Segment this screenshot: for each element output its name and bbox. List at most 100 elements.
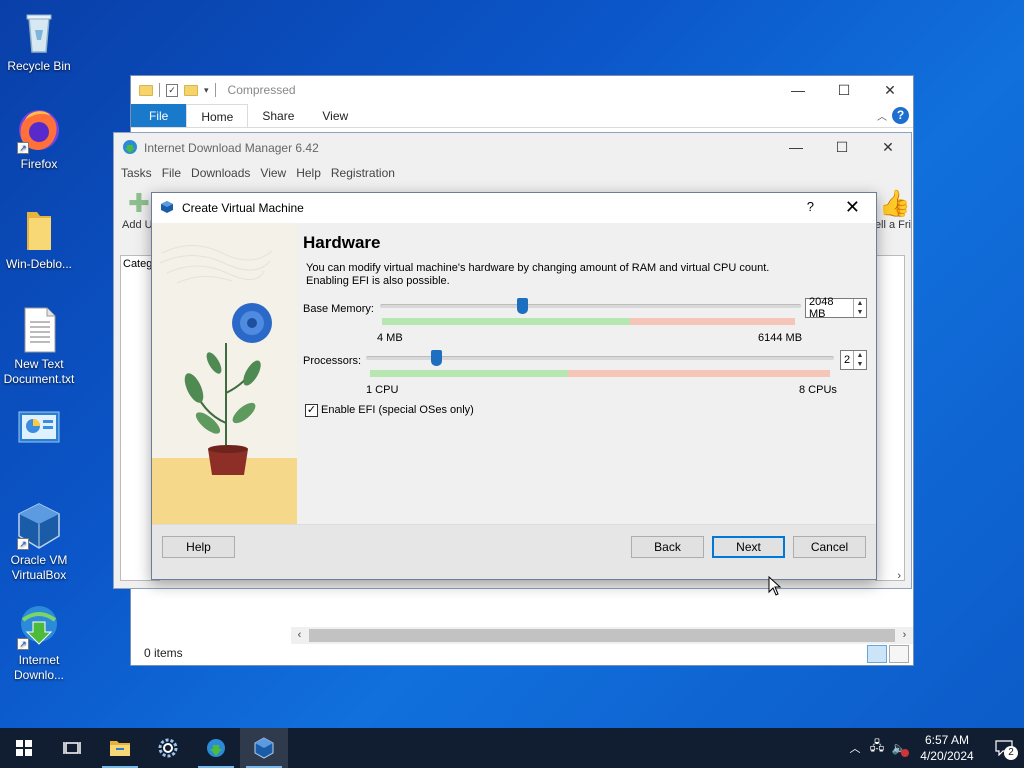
tab-view[interactable]: View	[308, 104, 362, 127]
menu-downloads[interactable]: Downloads	[187, 163, 254, 183]
desktop-icon-control-panel[interactable]	[0, 406, 78, 457]
desktop-icon-firefox[interactable]: ↗ Firefox	[0, 106, 78, 172]
tell-friend-label: ell a Fri	[874, 219, 911, 231]
desktop-icon-virtualbox[interactable]: ↗ Oracle VM VirtualBox	[0, 502, 78, 583]
volume-muted-icon[interactable]: 🔈	[888, 741, 910, 757]
maximize-button[interactable]: ☐	[821, 76, 867, 104]
item-count: 0 items	[144, 646, 183, 660]
desktop-icon-recycle-bin[interactable]: Recycle Bin	[0, 8, 78, 74]
divider	[214, 83, 216, 97]
slider-handle[interactable]	[517, 298, 528, 314]
clock-date: 4/20/2024	[920, 749, 974, 763]
wizard-illustration	[152, 223, 297, 526]
processors-spinbox[interactable]: 2 ▲ ▼	[840, 350, 867, 370]
desktop-icon-win-debloat[interactable]: Win-Deblo...	[0, 206, 78, 272]
create-vm-dialog[interactable]: Create Virtual Machine ? ✕ Hardware You …	[151, 192, 877, 580]
expand-ribbon-icon[interactable]: ︿	[877, 108, 887, 123]
settings-gear-icon	[158, 738, 178, 758]
menu-help[interactable]: Help	[292, 163, 325, 183]
dialog-title: Create Virtual Machine	[182, 201, 304, 215]
spin-down-icon[interactable]: ▼	[854, 360, 866, 369]
slider-handle[interactable]	[431, 350, 442, 366]
dialog-titlebar[interactable]: Create Virtual Machine ? ✕	[152, 193, 876, 223]
folder-icon	[139, 84, 153, 96]
details-view-icon[interactable]	[867, 645, 887, 663]
tell-a-friend-button[interactable]: 👍 ell a Fri	[871, 189, 911, 231]
taskbar-settings[interactable]	[144, 728, 192, 768]
context-help-button[interactable]: ?	[807, 199, 814, 214]
ribbon-tabs: File Home Share View ︿ ?	[131, 104, 913, 128]
menu-tasks[interactable]: Tasks	[117, 163, 156, 183]
download-list-pane[interactable]	[875, 255, 905, 581]
text-document-icon	[15, 306, 63, 354]
enable-efi-checkbox[interactable]: ✓	[305, 404, 318, 417]
processors-slider[interactable]	[366, 350, 834, 366]
base-memory-value[interactable]: 2048 MB	[806, 296, 853, 320]
virtualbox-icon	[254, 737, 274, 759]
menu-view[interactable]: View	[256, 163, 290, 183]
page-heading: Hardware	[303, 233, 381, 252]
help-button[interactable]: Help	[162, 536, 235, 558]
windows-logo-icon	[16, 740, 32, 756]
enable-efi-label[interactable]: Enable EFI (special OSes only)	[321, 404, 474, 416]
virtualbox-icon	[160, 200, 174, 217]
menu-registration[interactable]: Registration	[327, 163, 399, 183]
taskbar: ︿ 🖧 🔈 6:57 AM 4/20/2024 2	[0, 728, 1024, 768]
desktop-icon-label: Internet Downlo...	[13, 653, 65, 682]
base-memory-spinbox[interactable]: 2048 MB ▲ ▼	[805, 296, 867, 320]
processors-value[interactable]: 2	[841, 354, 853, 366]
back-button[interactable]: Back	[631, 536, 704, 558]
explorer-titlebar[interactable]: ✓ ▾ Compressed — ☐ ✕	[131, 76, 913, 104]
divider	[159, 83, 160, 97]
task-view-button[interactable]	[48, 728, 96, 768]
folder-icon	[15, 206, 63, 254]
network-icon[interactable]: 🖧	[866, 737, 888, 759]
idm-titlebar[interactable]: Internet Download Manager 6.42 — ☐ ✕	[114, 133, 911, 163]
show-hidden-icons-icon[interactable]: ︿	[844, 740, 866, 756]
desktop-icon-label: New Text Document.txt	[3, 357, 75, 386]
start-button[interactable]	[0, 728, 48, 768]
taskbar-file-explorer[interactable]	[96, 728, 144, 768]
large-icons-view-icon[interactable]	[889, 645, 909, 663]
close-button[interactable]: ✕	[865, 133, 911, 161]
spin-up-icon[interactable]: ▲	[854, 351, 866, 360]
base-memory-slider[interactable]	[380, 298, 801, 314]
system-tray: ︿ 🖧 🔈 6:57 AM 4/20/2024 2	[844, 728, 1024, 768]
task-view-icon	[63, 742, 81, 754]
description-line-2: Enabling EFI is also possible.	[306, 275, 450, 287]
cancel-button[interactable]: Cancel	[793, 536, 866, 558]
close-button[interactable]: ✕	[867, 76, 913, 104]
spin-down-icon[interactable]: ▼	[854, 308, 866, 317]
new-folder-icon[interactable]	[184, 84, 198, 96]
tab-home[interactable]: Home	[186, 104, 249, 127]
close-button[interactable]: ✕	[845, 197, 860, 218]
properties-icon[interactable]: ✓	[166, 83, 178, 97]
shortcut-arrow-icon: ↗	[17, 538, 29, 550]
desktop-icon-idm[interactable]: ↗ Internet Downlo...	[0, 602, 78, 683]
spin-up-icon[interactable]: ▲	[854, 299, 866, 308]
thumbs-up-icon: 👍	[878, 188, 911, 218]
taskbar-idm[interactable]	[192, 728, 240, 768]
desktop-icon-new-text-document[interactable]: New Text Document.txt	[0, 306, 78, 387]
next-button[interactable]: Next	[712, 536, 785, 558]
memory-scale-bar	[382, 318, 795, 325]
notifications-button[interactable]: 2	[984, 728, 1024, 768]
maximize-button[interactable]: ☐	[819, 133, 865, 161]
customize-toolbar-icon[interactable]: ▾	[204, 85, 209, 96]
notification-badge: 2	[1004, 746, 1018, 760]
processors-max-label: 8 CPUs	[799, 384, 837, 396]
clock[interactable]: 6:57 AM 4/20/2024	[910, 732, 984, 764]
help-icon[interactable]: ?	[892, 107, 909, 124]
taskbar-virtualbox[interactable]	[240, 728, 288, 768]
desktop-icon-label: Oracle VM VirtualBox	[10, 553, 68, 582]
page-description: You can modify virtual machine's hardwar…	[306, 262, 826, 288]
scroll-right-icon[interactable]: ›	[897, 570, 901, 582]
menu-file[interactable]: File	[158, 163, 185, 183]
minimize-button[interactable]: —	[773, 133, 819, 161]
minimize-button[interactable]: —	[775, 76, 821, 104]
virtualbox-icon: ↗	[15, 502, 63, 550]
tab-file[interactable]: File	[131, 104, 187, 127]
description-line-1: You can modify virtual machine's hardwar…	[306, 262, 770, 274]
clock-time: 6:57 AM	[924, 733, 970, 747]
tab-share[interactable]: Share	[248, 104, 308, 127]
